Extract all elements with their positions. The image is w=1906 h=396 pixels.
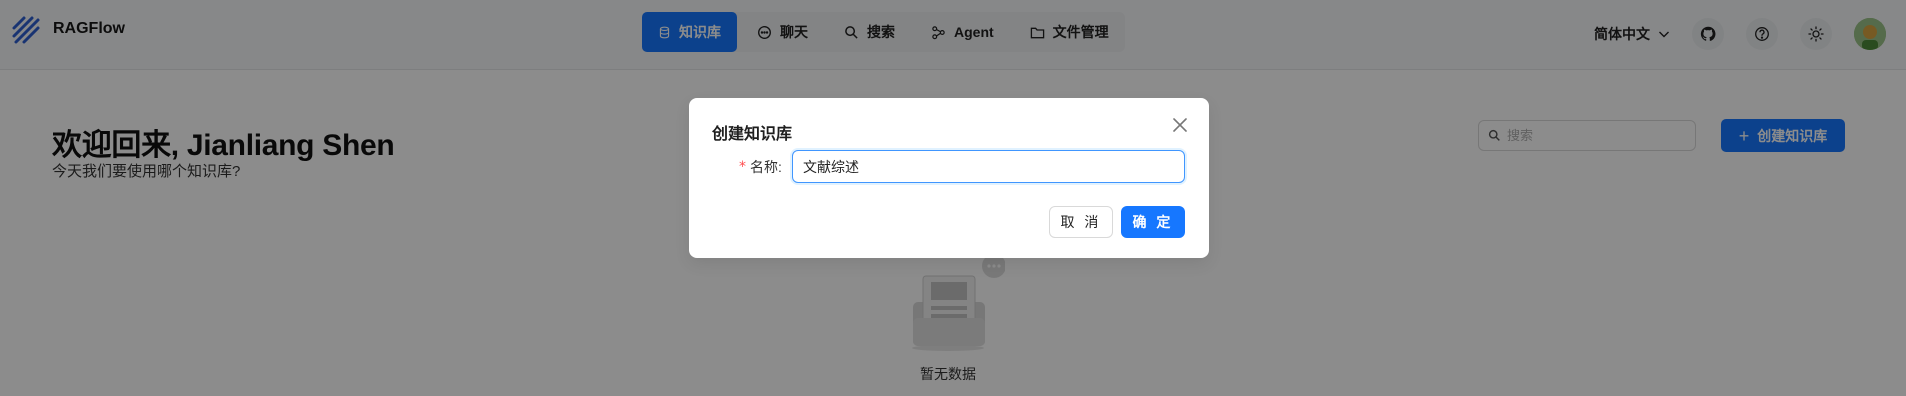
cancel-button[interactable]: 取 消 xyxy=(1049,206,1113,238)
dialog-title: 创建知识库 xyxy=(712,126,793,143)
name-field[interactable] xyxy=(792,150,1185,183)
create-knowledge-base-dialog: 创建知识库 * 名称: 取 消 确 定 xyxy=(689,98,1209,258)
name-input[interactable] xyxy=(803,158,1174,175)
close-icon[interactable] xyxy=(1171,116,1189,134)
confirm-button[interactable]: 确 定 xyxy=(1121,206,1185,238)
name-field-label: * 名称: xyxy=(739,157,782,177)
required-asterisk: * xyxy=(739,159,746,175)
name-label-text: 名称: xyxy=(750,159,782,175)
